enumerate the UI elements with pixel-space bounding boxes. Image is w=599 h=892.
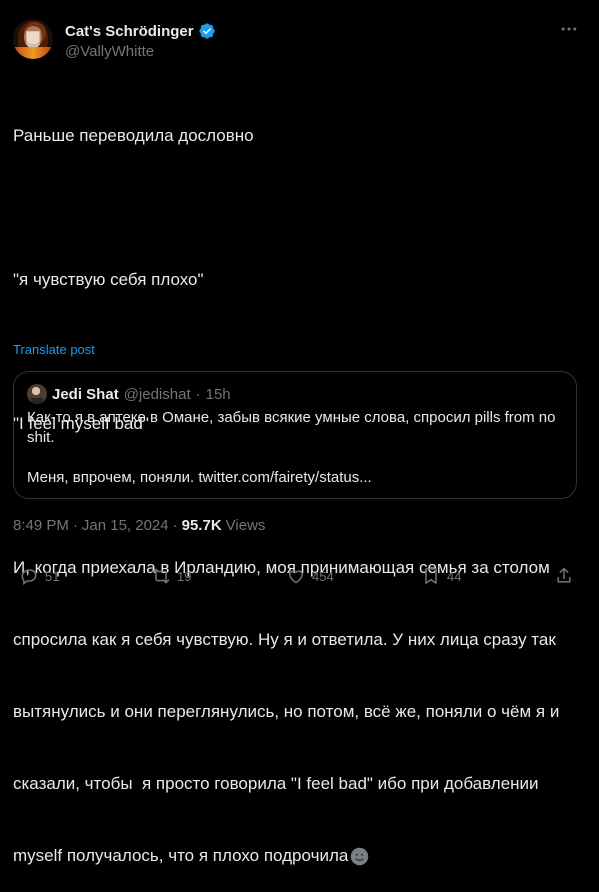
quote-line: Как-то я в аптеке в Омане, забыв всякие … <box>27 409 556 426</box>
quote-avatar <box>27 384 47 404</box>
reply-icon <box>21 569 37 585</box>
heart-icon <box>289 570 303 584</box>
like-button[interactable]: 454 <box>286 566 334 586</box>
quote-header: Jedi Shat @jedishat · 15h <box>27 384 231 404</box>
retweet-button[interactable]: 19 <box>151 566 191 586</box>
avatar-glow <box>13 47 53 59</box>
handle[interactable]: @VallyWhitte <box>65 43 216 61</box>
reply-count: 51 <box>45 568 60 584</box>
post-time[interactable]: 8:49 PM <box>13 517 69 534</box>
share-button[interactable] <box>554 566 580 586</box>
more-dots-icon <box>561 27 577 31</box>
quote-text: Как-то я в аптеке в Омане, забыв всякие … <box>27 408 562 488</box>
tweet-line: спросила как я себя чувствую. Ну я и отв… <box>13 630 556 649</box>
slightly-smiling-emoji-icon <box>349 846 370 867</box>
reply-button[interactable]: 51 <box>19 566 59 586</box>
tweet-line: вытянулись и они переглянулись, но потом… <box>13 702 560 721</box>
tweet-line: Раньше переводила дословно <box>13 126 254 145</box>
tweet-line <box>13 340 579 364</box>
views-label: Views <box>225 517 266 534</box>
name-row: Cat's Schrödinger <box>65 19 216 43</box>
quote-line: Меня, впрочем, поняли. twitter.com/faire… <box>27 469 372 486</box>
quote-line <box>27 448 562 468</box>
like-count: 454 <box>312 568 334 584</box>
tweet-header: Cat's Schrödinger @VallyWhitte <box>65 19 216 61</box>
quoted-tweet-card[interactable]: Jedi Shat @jedishat · 15h Как-то я в апт… <box>13 371 577 499</box>
more-options-button[interactable] <box>559 19 579 39</box>
bookmark-icon <box>425 568 437 584</box>
tweet-line-text: myself получалось, что я плохо подрочила <box>13 846 349 865</box>
share-icon <box>557 567 571 583</box>
tweet-meta: 8:49 PM · Jan 15, 2024 · 95.7K Views <box>13 517 265 534</box>
action-bar: 51 19 454 44 <box>0 566 599 588</box>
meta-separator: · <box>172 517 178 534</box>
views-count: 95.7K <box>181 517 222 534</box>
quote-time: 15h <box>205 385 231 403</box>
quote-author-handle: @jedishat <box>123 385 191 403</box>
bookmark-count: 44 <box>447 568 462 584</box>
tweet-line <box>13 196 579 220</box>
retweet-count: 19 <box>177 568 192 584</box>
quote-separator: · <box>195 385 201 403</box>
retweet-icon <box>152 568 170 584</box>
meta-separator: · <box>72 517 78 534</box>
display-name[interactable]: Cat's Schrödinger <box>65 23 194 40</box>
tweet-line: сказали, чтобы я просто говорила "I feel… <box>13 774 539 793</box>
quote-author-name: Jedi Shat <box>52 385 119 403</box>
translate-post-link[interactable]: Translate post <box>13 342 95 357</box>
bookmark-button[interactable]: 44 <box>421 566 461 586</box>
post-date[interactable]: Jan 15, 2024 <box>82 517 169 534</box>
avatar[interactable] <box>13 19 53 59</box>
tweet-line-last: myself получалось, что я плохо подрочила <box>13 844 579 868</box>
tweet-line: "я чувствую себя плохо" <box>13 270 204 289</box>
quote-line: shit. <box>27 429 55 446</box>
verified-badge-icon <box>198 22 216 40</box>
